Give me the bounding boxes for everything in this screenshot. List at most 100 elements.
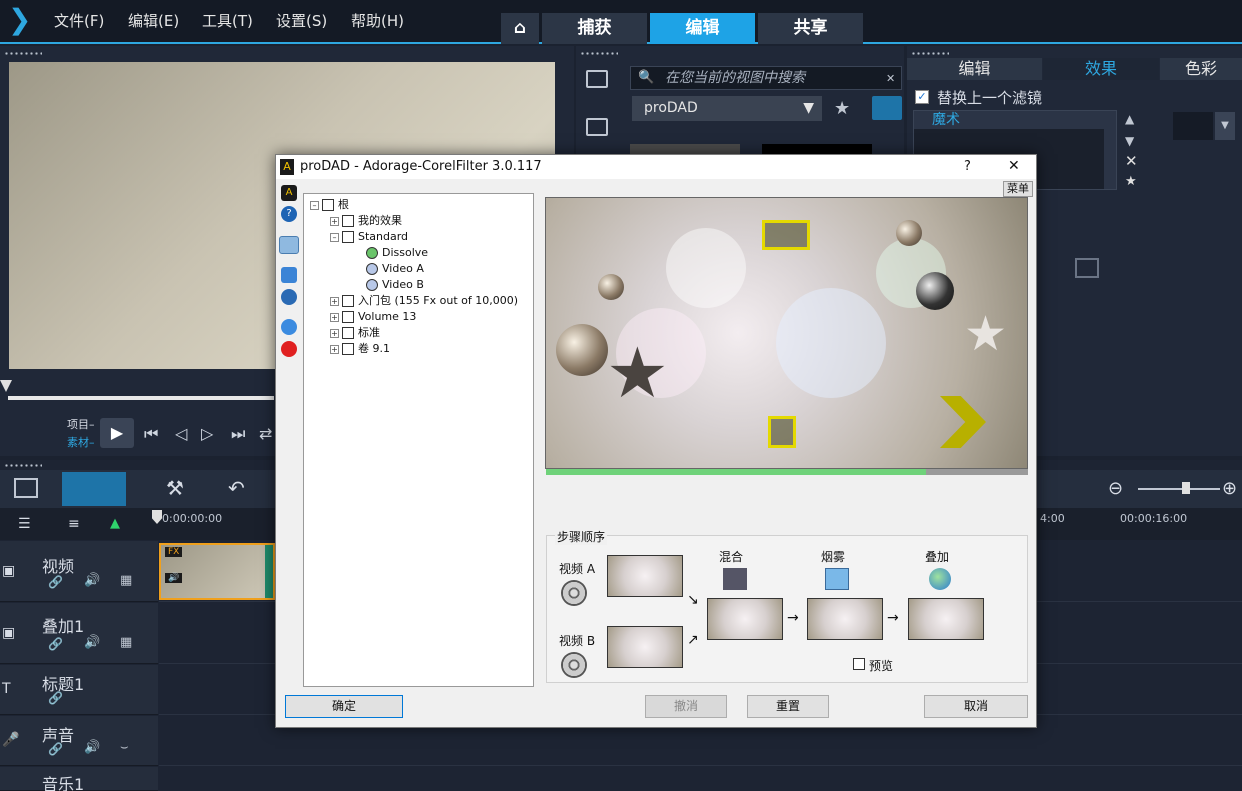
undo-button[interactable]: 撤消 (645, 695, 727, 718)
prev-frame-button[interactable]: ◁ (175, 424, 187, 444)
preset-dropdown-icon[interactable]: ▼ (1215, 112, 1235, 140)
preset-thumbnail[interactable] (1173, 112, 1213, 140)
expand-icon[interactable]: + (330, 296, 339, 306)
grid-settings-icon[interactable] (1075, 258, 1099, 278)
delete-filter-icon[interactable]: ✕ (1125, 152, 1138, 170)
expand-icon[interactable]: + (330, 344, 339, 354)
video-a-thumbnail[interactable] (607, 555, 683, 597)
clip-mode-label[interactable]: 素材– (67, 434, 95, 450)
customize-filter-icon[interactable]: ★ (1125, 174, 1137, 189)
library-thumbnail[interactable] (630, 144, 740, 154)
help-button[interactable]: ? (964, 159, 971, 174)
home-button[interactable]: ⏮ (144, 424, 158, 444)
library-grip[interactable] (580, 52, 618, 55)
grid-icon[interactable]: ▦ (120, 573, 132, 588)
clip-transition-edge[interactable] (265, 545, 273, 598)
transition-icon[interactable] (586, 118, 608, 136)
tree-node[interactable]: + 卷 9.1 (330, 341, 390, 357)
track-manager-icon[interactable]: ☰ (18, 516, 31, 532)
volume-icon[interactable]: 🔊 (84, 573, 100, 588)
collapse-icon[interactable]: – (330, 232, 339, 242)
menu-tools[interactable]: 工具(T) (202, 10, 253, 31)
playhead[interactable] (152, 510, 162, 524)
ok-button[interactable]: 确定 (285, 695, 403, 718)
tree-node[interactable]: + 我的效果 (330, 213, 402, 229)
tree-node[interactable]: – Standard (330, 229, 408, 245)
play-button[interactable]: ▶ (100, 418, 134, 448)
cancel-button[interactable]: 取消 (924, 695, 1028, 718)
tools-icon[interactable]: ⚒ (166, 476, 184, 500)
expand-icon[interactable]: + (330, 312, 339, 322)
options-grip[interactable] (911, 52, 949, 55)
add-favorite-icon[interactable]: ★ (834, 98, 850, 119)
zoom-slider-handle[interactable] (1182, 482, 1190, 494)
tab-capture[interactable]: 捕获 (542, 13, 647, 44)
chapter-menu-icon[interactable]: ≡ (68, 516, 80, 532)
tree-node-selected[interactable]: Dissolve (366, 245, 428, 261)
panel-grip[interactable] (4, 52, 42, 55)
link-icon[interactable]: 🔗 (48, 742, 63, 756)
volume-icon[interactable]: 🔊 (84, 635, 100, 650)
prodad-icon[interactable]: A (281, 185, 297, 201)
storyboard-view-icon[interactable] (14, 478, 38, 498)
link-icon[interactable]: 🔗 (48, 575, 63, 589)
tree-node[interactable]: Video B (366, 277, 424, 293)
reset-button[interactable]: 重置 (747, 695, 829, 718)
tree-node[interactable]: Video A (366, 261, 424, 277)
collapse-icon[interactable]: – (310, 200, 319, 210)
track-header-title[interactable]: T 标题1 🔗 (0, 665, 158, 715)
pause-overlay-icon[interactable] (768, 416, 796, 448)
menu-settings[interactable]: 设置(S) (276, 10, 327, 31)
menu-help[interactable]: 帮助(H) (351, 10, 404, 31)
link-icon[interactable]: 🔗 (48, 637, 63, 651)
repeat-button[interactable]: ⇄ (259, 424, 272, 444)
close-button[interactable]: ✕ (1008, 158, 1020, 174)
grid-icon[interactable]: ▦ (120, 635, 132, 650)
tab-options-color[interactable]: 色彩 (1160, 58, 1242, 80)
overlay-thumbnail[interactable] (908, 598, 984, 640)
timeline-view-button[interactable] (62, 472, 126, 506)
menu-edit[interactable]: 编辑(E) (128, 10, 179, 31)
move-down-icon[interactable]: ▼ (1125, 134, 1134, 148)
effect-browser-icon[interactable] (279, 236, 299, 254)
tree-node-root[interactable]: – 根 (310, 197, 349, 213)
filter-list-scrollbar[interactable] (1104, 111, 1116, 189)
zoom-out-icon[interactable]: ⊖ (1108, 478, 1123, 499)
expand-icon[interactable]: + (330, 216, 339, 226)
scrubber-handle[interactable] (0, 380, 12, 392)
view-toggle-button[interactable] (872, 96, 902, 120)
menu-file[interactable]: 文件(F) (54, 10, 104, 31)
track-header-video[interactable]: ▣ 视频 🔗 🔊 ▦ (0, 541, 158, 602)
tree-node[interactable]: + 标准 (330, 325, 380, 341)
globe-icon[interactable] (281, 319, 297, 335)
binoculars-icon[interactable] (281, 267, 297, 283)
video-b-thumbnail[interactable] (607, 626, 683, 668)
rewind-overlay-icon[interactable] (762, 220, 810, 250)
home-tab[interactable]: ⌂ (501, 13, 539, 44)
scrubber-bar[interactable] (8, 396, 274, 400)
help-icon[interactable]: ? (281, 206, 297, 222)
volume-icon[interactable]: 🔊 (84, 740, 100, 755)
end-button[interactable]: ⏭ (231, 424, 245, 444)
project-mode-label[interactable]: 项目– (67, 416, 95, 432)
filter-item[interactable]: 魔术 (914, 111, 1104, 129)
video-clip[interactable]: FX 🔊 (159, 543, 275, 600)
library-search-input[interactable]: 在您当前的视图中搜索 (630, 66, 902, 90)
delete-icon[interactable] (281, 341, 297, 357)
settings-icon[interactable] (281, 289, 297, 305)
library-category-dropdown[interactable]: proDAD ▼ (632, 96, 822, 121)
tab-share[interactable]: 共享 (758, 13, 863, 44)
ducking-icon[interactable]: ⌣ (120, 740, 129, 755)
track-header-music[interactable]: 音乐1 (0, 767, 158, 791)
timeline-grip[interactable] (4, 464, 42, 467)
add-cue-icon[interactable]: ▲ (110, 516, 120, 531)
next-frame-button[interactable]: ▷ (201, 424, 213, 444)
tree-node[interactable]: + Volume 13 (330, 309, 416, 325)
next-overlay-icon[interactable] (940, 396, 986, 448)
move-up-icon[interactable]: ▲ (1125, 112, 1134, 126)
undo-icon[interactable]: ↶ (228, 476, 245, 500)
track-header-overlay[interactable]: ▣ 叠加1 🔗 🔊 ▦ (0, 603, 158, 664)
media-icon[interactable] (586, 70, 608, 88)
tab-edit[interactable]: 编辑 (650, 13, 755, 44)
effect-tree[interactable]: – 根 + 我的效果 – Standard Dissolve Video A Vide… (303, 193, 534, 687)
